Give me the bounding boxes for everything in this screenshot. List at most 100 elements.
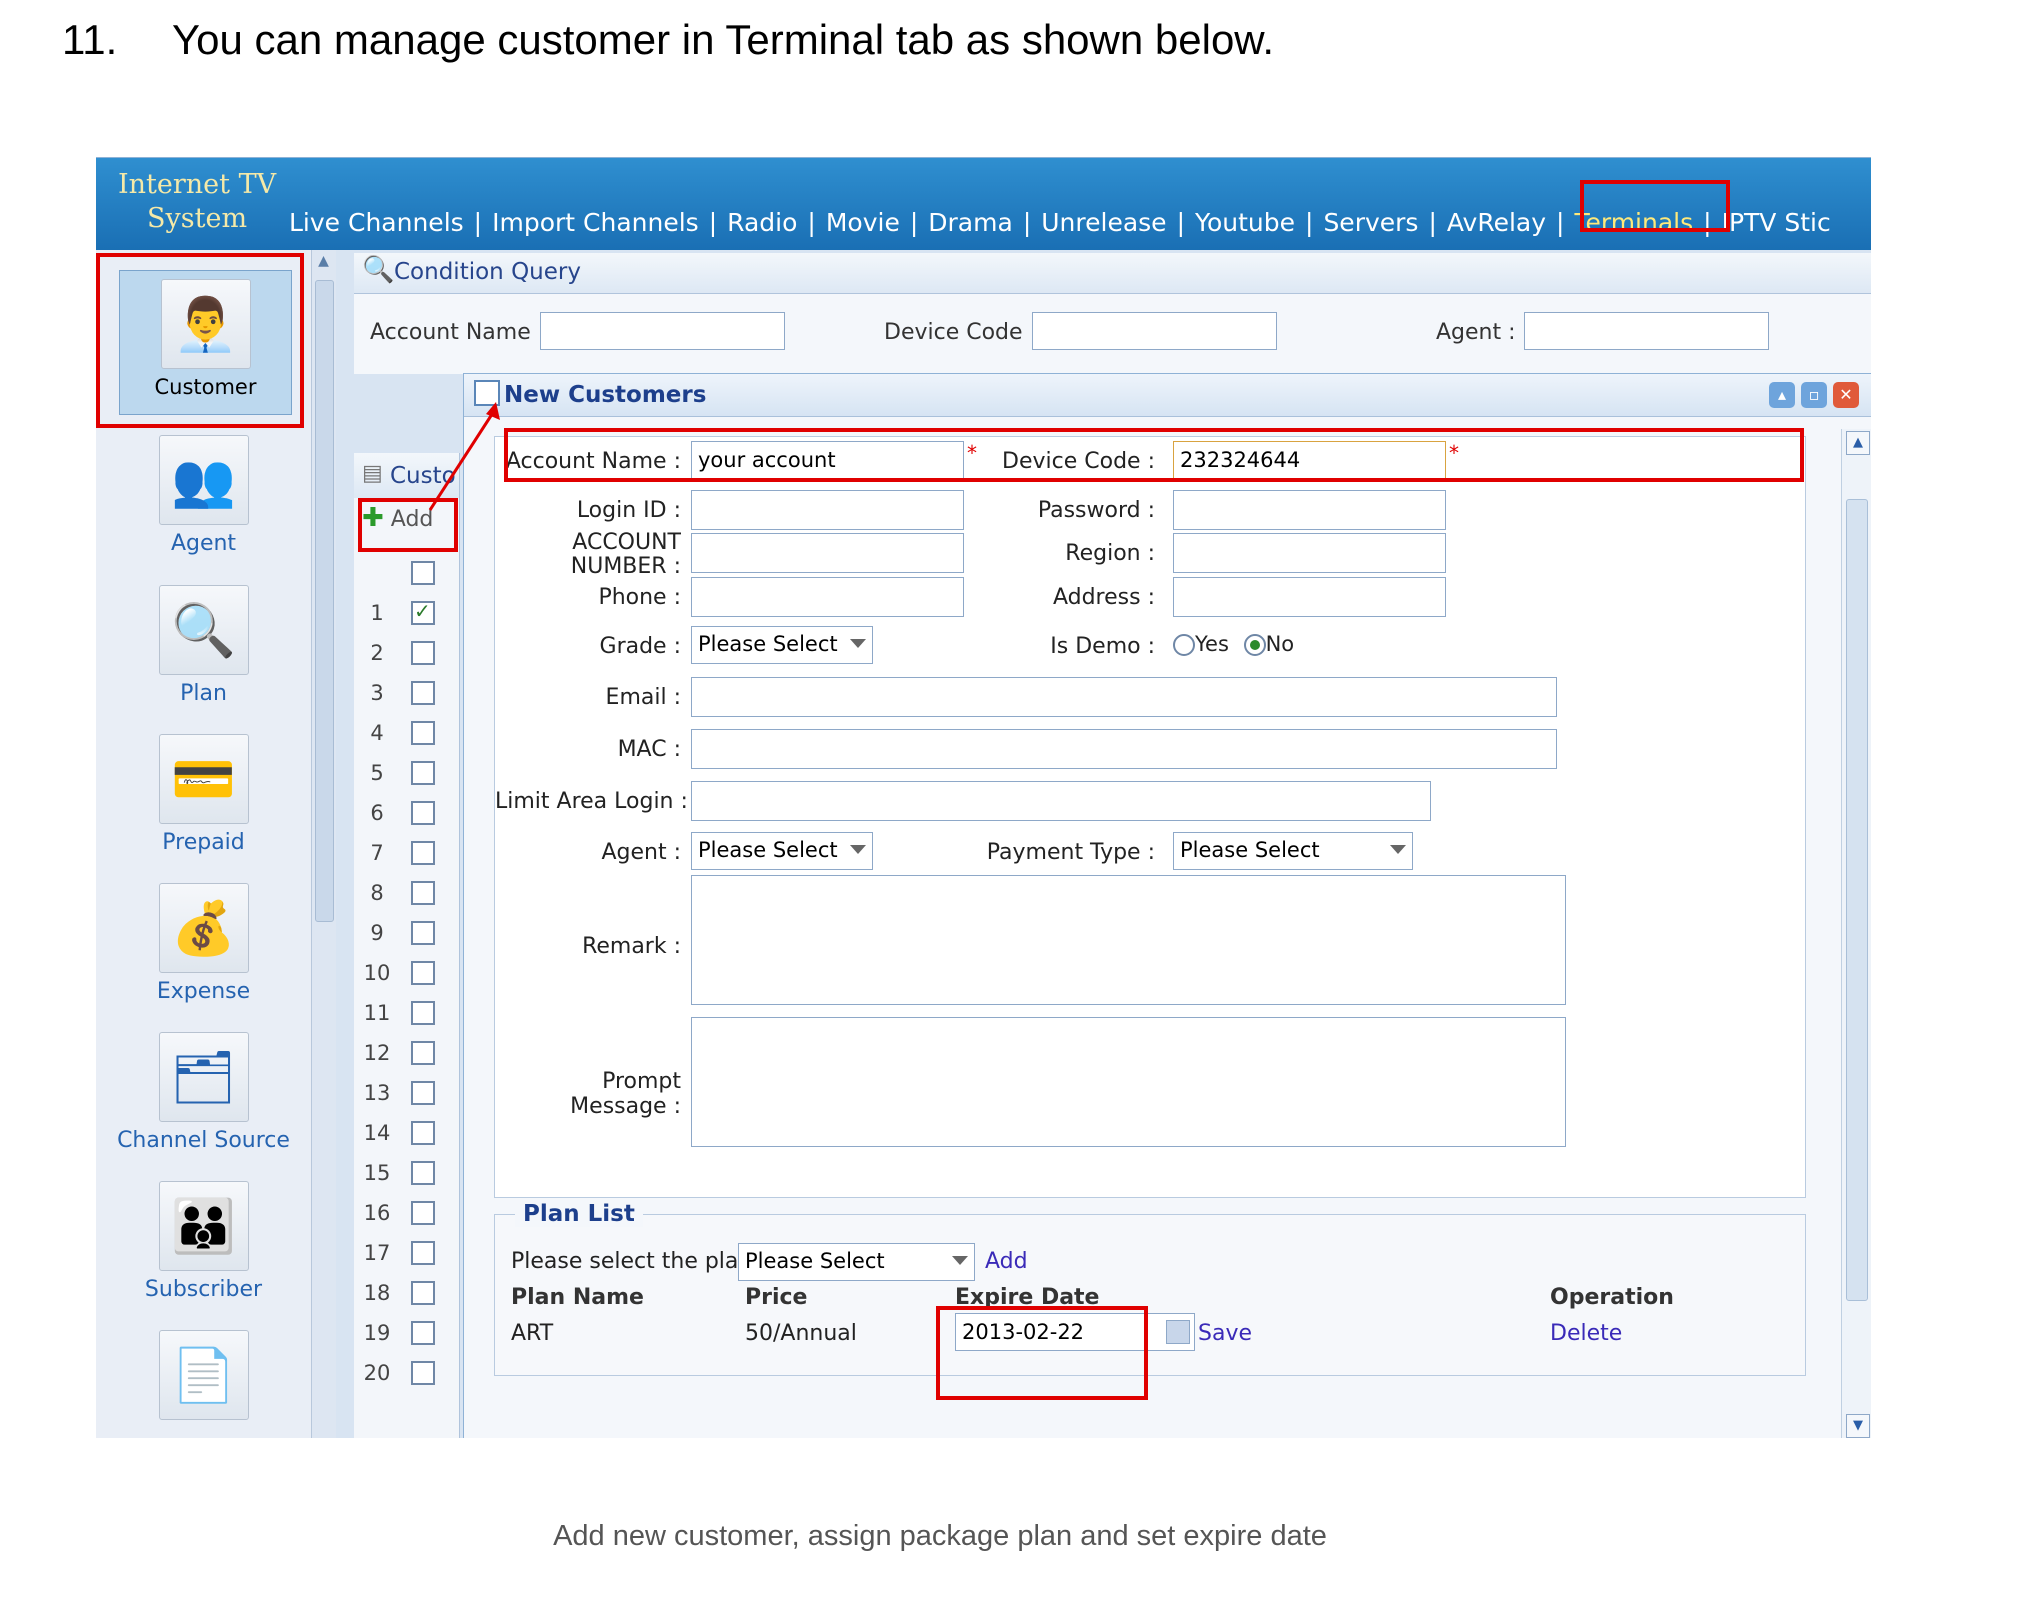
row-checkbox[interactable]: [411, 761, 435, 785]
nav-youtube[interactable]: Youtube: [1187, 208, 1303, 237]
table-row[interactable]: 3: [354, 673, 459, 713]
agent-select[interactable]: Please Select: [691, 832, 873, 870]
plan-add-link[interactable]: Add: [985, 1249, 1028, 1274]
row-checkbox[interactable]: [411, 1081, 435, 1105]
plan-select[interactable]: Please Select: [738, 1243, 975, 1281]
nav-drama[interactable]: Drama: [920, 208, 1021, 237]
table-row[interactable]: 18: [354, 1273, 459, 1313]
remark-textarea[interactable]: [691, 875, 1566, 1005]
table-row[interactable]: 9: [354, 913, 459, 953]
row-checkbox[interactable]: [411, 599, 435, 625]
table-row[interactable]: 16: [354, 1193, 459, 1233]
table-row[interactable]: 7: [354, 833, 459, 873]
row-checkbox[interactable]: [411, 1241, 435, 1265]
grade-select-value: Please Select: [698, 632, 838, 656]
row-checkbox[interactable]: [411, 841, 435, 865]
row-checkbox[interactable]: [411, 1201, 435, 1225]
account-number-input[interactable]: [691, 533, 964, 573]
device-code-input[interactable]: 232324644: [1173, 441, 1446, 481]
table-row[interactable]: 5: [354, 753, 459, 793]
nav-iptv-stick[interactable]: IPTV Stic: [1714, 208, 1839, 237]
is-demo-yes-radio[interactable]: [1173, 634, 1195, 656]
row-checkbox[interactable]: [411, 1281, 435, 1305]
limit-area-input[interactable]: [691, 781, 1431, 821]
scroll-up-icon[interactable]: ▲: [315, 253, 332, 273]
nav-live-channels[interactable]: Live Channels: [281, 208, 472, 237]
scroll-thumb[interactable]: [315, 280, 334, 922]
sidebar-item-subscriber[interactable]: 👪 Subscriber: [96, 1181, 311, 1302]
maximize-icon[interactable]: ▫: [1801, 382, 1827, 408]
row-checkbox[interactable]: [411, 681, 435, 705]
table-row[interactable]: 11: [354, 993, 459, 1033]
cq-device-code-input[interactable]: [1032, 312, 1277, 350]
sidebar-item-plan[interactable]: 🔍 Plan: [96, 585, 311, 706]
row-checkbox[interactable]: [411, 1361, 435, 1385]
sidebar-item-expense[interactable]: 💰 Expense: [96, 883, 311, 1004]
table-row[interactable]: 15: [354, 1153, 459, 1193]
table-row[interactable]: 12: [354, 1033, 459, 1073]
expire-date-input[interactable]: 2013-02-22: [955, 1313, 1195, 1351]
scroll-thumb[interactable]: [1846, 499, 1868, 1301]
table-row[interactable]: 10: [354, 953, 459, 993]
nav-terminals[interactable]: Terminals: [1566, 208, 1701, 237]
sidebar-item-customer[interactable]: 👨‍💼 Customer: [119, 270, 292, 415]
table-row[interactable]: 17: [354, 1233, 459, 1273]
nav-unrelease[interactable]: Unrelease: [1033, 208, 1174, 237]
grid-add-button[interactable]: ✚ Add: [362, 503, 433, 533]
prompt-message-textarea[interactable]: [691, 1017, 1566, 1147]
nav-servers[interactable]: Servers: [1315, 208, 1426, 237]
table-row[interactable]: 14: [354, 1113, 459, 1153]
table-row[interactable]: 20: [354, 1353, 459, 1393]
sidebar-item-channel-source[interactable]: 🗂 Channel Source: [96, 1032, 311, 1153]
row-checkbox[interactable]: [411, 1041, 435, 1065]
address-input[interactable]: [1173, 577, 1446, 617]
plan-save-link[interactable]: Save: [1198, 1321, 1252, 1346]
table-row[interactable]: 13: [354, 1073, 459, 1113]
phone-input[interactable]: [691, 577, 964, 617]
row-checkbox[interactable]: [411, 1121, 435, 1145]
row-checkbox[interactable]: [411, 881, 435, 905]
collapse-icon[interactable]: ▴: [1769, 382, 1795, 408]
scroll-up-icon[interactable]: ▲: [1846, 431, 1870, 455]
sidebar-item-prepaid[interactable]: 💳 Prepaid: [96, 734, 311, 855]
row-checkbox[interactable]: [411, 921, 435, 945]
scroll-down-icon[interactable]: ▼: [1846, 1414, 1870, 1438]
nav-import-channels[interactable]: Import Channels: [484, 208, 707, 237]
plan-delete-link[interactable]: Delete: [1550, 1321, 1622, 1346]
row-checkbox[interactable]: [411, 721, 435, 745]
row-checkbox[interactable]: [411, 801, 435, 825]
table-row[interactable]: 19: [354, 1313, 459, 1353]
calendar-icon[interactable]: [1166, 1320, 1190, 1344]
row-checkbox[interactable]: [411, 641, 435, 665]
email-input[interactable]: [691, 677, 1557, 717]
login-id-input[interactable]: [691, 490, 964, 530]
is-demo-no-radio[interactable]: [1243, 634, 1266, 656]
cq-agent-input[interactable]: [1524, 312, 1769, 350]
password-input[interactable]: [1173, 490, 1446, 530]
nav-radio[interactable]: Radio: [719, 208, 805, 237]
mac-input[interactable]: [691, 729, 1557, 769]
table-row[interactable]: 8: [354, 873, 459, 913]
nav-movie[interactable]: Movie: [818, 208, 908, 237]
table-row[interactable]: 1: [354, 593, 459, 633]
cq-account-name-input[interactable]: [540, 312, 785, 350]
account-name-input[interactable]: your account: [691, 441, 964, 481]
row-number: 11: [363, 1001, 391, 1025]
sidebar-scrollbar[interactable]: ▲: [311, 250, 336, 1438]
row-checkbox[interactable]: [411, 1001, 435, 1025]
table-row[interactable]: 6: [354, 793, 459, 833]
region-input[interactable]: [1173, 533, 1446, 573]
row-checkbox[interactable]: [411, 1321, 435, 1345]
dialog-scrollbar[interactable]: ▲ ▼: [1841, 429, 1871, 1438]
close-icon[interactable]: ✕: [1833, 382, 1859, 408]
sidebar-item-agent[interactable]: 👥 Agent: [96, 435, 311, 556]
table-row[interactable]: 4: [354, 713, 459, 753]
row-checkbox[interactable]: [411, 1161, 435, 1185]
row-checkbox[interactable]: [411, 961, 435, 985]
grade-select[interactable]: Please Select: [691, 626, 873, 664]
table-row[interactable]: 2: [354, 633, 459, 673]
payment-type-select[interactable]: Please Select: [1173, 832, 1413, 870]
nav-avrelay[interactable]: AvRelay: [1439, 208, 1554, 237]
select-all-checkbox[interactable]: [411, 561, 435, 585]
sidebar-item-document[interactable]: 📄: [96, 1330, 311, 1426]
